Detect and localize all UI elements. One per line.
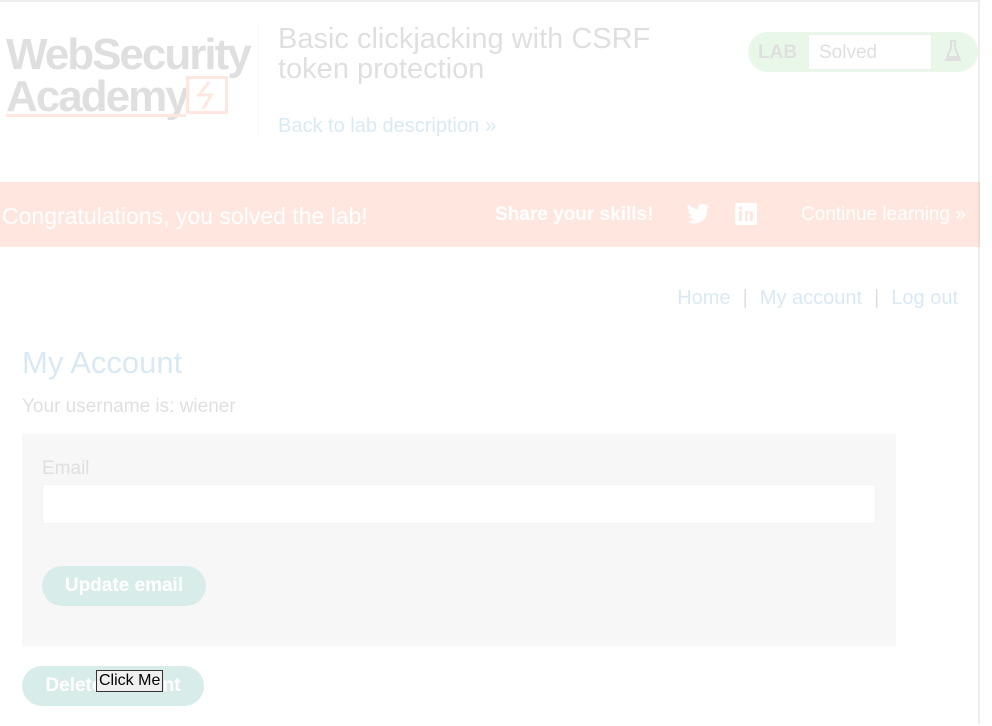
header-divider (258, 24, 259, 136)
lab-iframe[interactable]: WebSecurity Academy Basic clickjacking w… (0, 0, 980, 724)
page-title: My Account (22, 345, 183, 380)
logo-bolt-icon (186, 76, 228, 114)
congratulations-banner: Congratulations, you solved the lab! Sha… (0, 182, 980, 247)
lab-status-widget: LAB Solved (748, 32, 978, 72)
nav-my-account-link[interactable]: My account (760, 287, 862, 309)
lab-status-label: LAB (758, 42, 798, 63)
share-skills-label: Share your skills! (495, 204, 654, 225)
top-navigation: Home | My account | Log out (677, 287, 958, 310)
congrats-message: Congratulations, you solved the lab! (2, 203, 368, 229)
username-text: Your username is: wiener (22, 396, 236, 417)
nav-separator: | (874, 287, 880, 309)
faded-iframe-content: WebSecurity Academy Basic clickjacking w… (0, 2, 980, 726)
change-email-form: Email Update email (22, 434, 896, 646)
continue-learning-label: Continue learning (801, 204, 950, 225)
email-input[interactable] (42, 484, 876, 524)
click-me-button[interactable]: Click Me (96, 670, 164, 692)
email-label: Email (42, 458, 90, 479)
twitter-icon[interactable] (686, 203, 710, 225)
academy-logo: WebSecurity Academy (6, 30, 256, 122)
double-chevron-right-icon: » (955, 204, 966, 225)
back-link-label: Back to lab description (278, 115, 480, 137)
nav-separator: | (742, 287, 748, 309)
nav-log-out-link[interactable]: Log out (891, 287, 958, 309)
lab-status-value: Solved (808, 34, 932, 70)
back-to-description-link[interactable]: Back to lab description» (278, 115, 496, 138)
update-email-button[interactable]: Update email (42, 566, 206, 606)
lab-title: Basic clickjacking with CSRF token prote… (278, 23, 651, 85)
double-chevron-right-icon: » (485, 115, 497, 137)
continue-learning-link[interactable]: Continue learning » (801, 204, 966, 226)
linkedin-icon[interactable] (735, 203, 757, 225)
nav-home-link[interactable]: Home (677, 287, 730, 309)
flask-icon (944, 40, 962, 61)
logo-underline (6, 114, 186, 117)
